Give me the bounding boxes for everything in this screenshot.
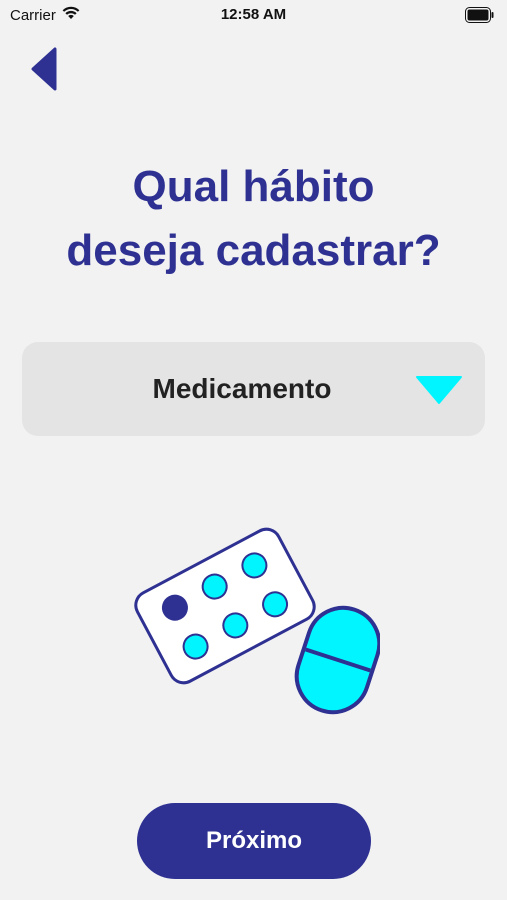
blister-pack xyxy=(134,527,316,685)
back-button[interactable] xyxy=(24,46,64,96)
triangle-down-icon xyxy=(415,375,463,410)
chevron-left-icon xyxy=(29,47,59,96)
status-bar: Carrier 12:58 AM xyxy=(0,0,507,30)
status-time: 12:58 AM xyxy=(220,6,287,23)
battery-icon xyxy=(465,7,495,23)
next-button[interactable]: Próximo xyxy=(137,803,371,879)
habit-select[interactable]: Medicamento xyxy=(22,342,485,436)
habit-select-value: Medicamento xyxy=(152,373,332,404)
page-title: Qual hábito deseja cadastrar? xyxy=(66,162,441,275)
pills-icon xyxy=(134,527,382,715)
pills-illustration xyxy=(130,515,382,725)
